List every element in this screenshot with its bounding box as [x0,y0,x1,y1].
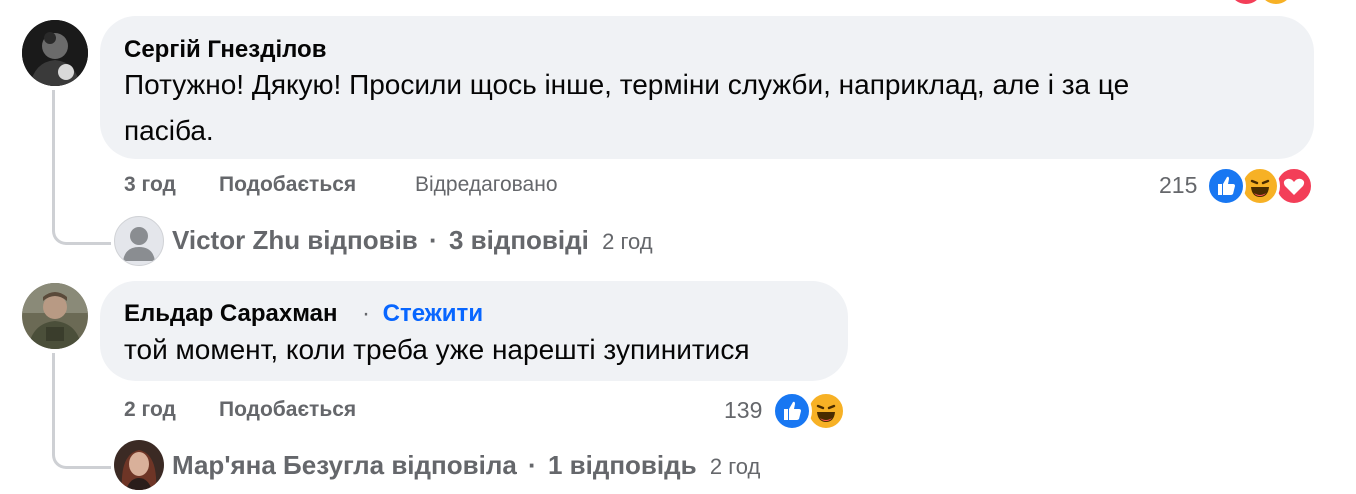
avatar[interactable] [22,20,88,86]
comment-author[interactable]: Ельдар Сарахман [124,300,338,328]
avatar[interactable] [114,216,164,266]
comment-text: той момент, коли треба уже нарешті зупин… [124,334,750,365]
reply-author: Victor Zhu відповів [172,225,418,255]
avatar[interactable] [114,440,164,490]
like-button[interactable]: Подобається [219,398,356,422]
follow-button[interactable]: Стежити [383,300,483,327]
reaction-count[interactable]: 215 [1159,172,1197,199]
comment-author[interactable]: Сергій Гнездiлов [124,36,326,64]
reply-author: Мар'яна Безугла відповіла [172,450,517,480]
separator-dot: · [429,225,438,255]
follow-row: · Стежити [362,300,483,328]
partial-reaction-icons [1230,0,1300,6]
edited-label[interactable]: Відредаговано [415,173,558,197]
separator-dot: · [362,300,370,327]
reply-count: 1 відповідь [547,450,697,480]
separator-dot: · [528,450,537,480]
view-replies-link[interactable]: Мар'яна Безугла відповіла · 1 відповідь … [172,450,760,481]
reply-time: 2 год [709,454,761,479]
haha-icon [806,391,846,431]
comment-text: Потужно! Дякую! Просили щось інше, термі… [124,62,1304,154]
comment-text-line: Потужно! Дякую! Просили щось інше, термі… [124,69,1130,100]
like-button[interactable]: Подобається [219,173,356,197]
comment-time[interactable]: 2 год [124,398,176,422]
like-icon [1206,166,1246,206]
reaction-icons[interactable] [770,389,846,431]
like-icon [772,391,812,431]
reply-count: 3 відповіді [448,225,589,255]
haha-icon [1240,166,1280,206]
view-replies-link[interactable]: Victor Zhu відповів · 3 відповіді 2 год [172,225,653,256]
reaction-icons[interactable] [1204,164,1314,206]
comment-time[interactable]: 3 год [124,173,176,197]
comment-text-line: пасіба. [124,115,214,146]
thread-line [52,353,111,469]
avatar[interactable] [22,283,88,349]
love-icon [1274,166,1314,206]
reply-time: 2 год [602,229,653,254]
reaction-count[interactable]: 139 [724,397,762,424]
